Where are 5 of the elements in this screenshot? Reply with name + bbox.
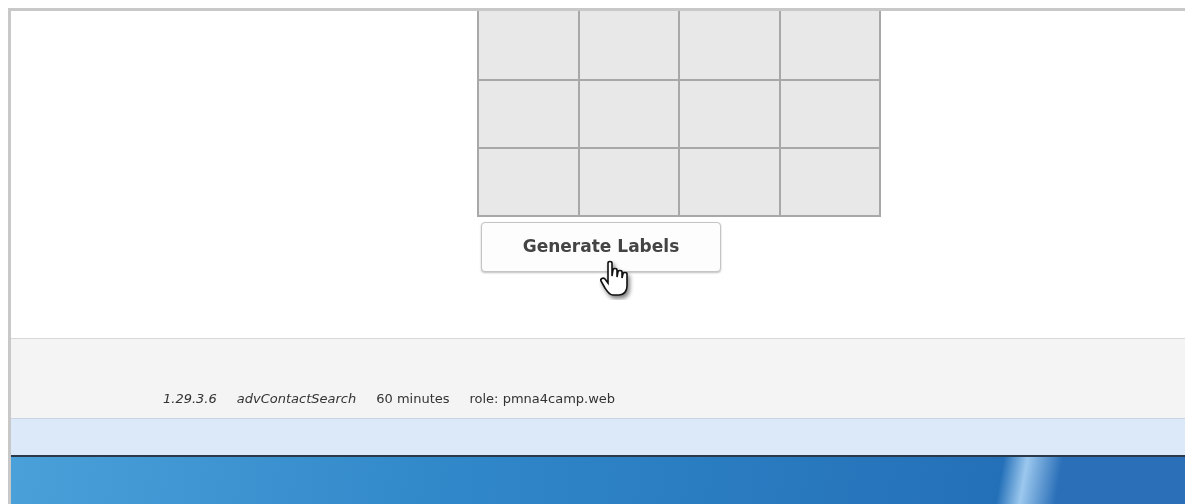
footer-text: 60 minutes	[376, 389, 450, 408]
generate-labels-button[interactable]: Generate Labels	[481, 222, 721, 272]
footer-text: role: pmna4camp.web	[469, 389, 616, 408]
footer-text: advContactSearch	[236, 389, 357, 408]
footer-text: 1.29.3.6	[163, 389, 217, 408]
